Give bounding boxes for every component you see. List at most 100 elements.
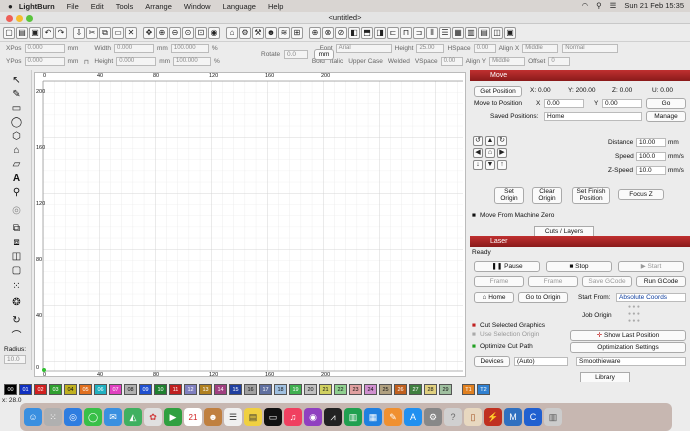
- frame-button-1[interactable]: Frame: [474, 276, 524, 287]
- menu-help[interactable]: Help: [268, 2, 283, 11]
- align-icon[interactable]: ⊞: [291, 26, 303, 39]
- layer-swatch[interactable]: 19: [289, 383, 302, 395]
- design-canvas[interactable]: 0 40 80 120 160 200 0 40 80 120 160 200 …: [34, 72, 466, 377]
- keynote-icon[interactable]: ▦: [364, 408, 382, 426]
- layers-icon[interactable]: ≋: [278, 26, 290, 39]
- device-select[interactable]: (Auto): [514, 357, 568, 366]
- layer-swatch[interactable]: 05: [79, 383, 92, 395]
- saved-positions-select[interactable]: Home: [544, 112, 642, 121]
- align-center-icon[interactable]: ⊓: [400, 26, 412, 39]
- notes-icon[interactable]: ▤: [244, 408, 262, 426]
- zoom-frame-icon[interactable]: ⊙: [182, 26, 194, 39]
- units-button[interactable]: mm: [314, 49, 334, 60]
- undo-icon[interactable]: ↶: [42, 26, 54, 39]
- extra-tool-icon[interactable]: ▣: [504, 26, 516, 39]
- document-icon[interactable]: ▯: [464, 408, 482, 426]
- jog-z-up-icon[interactable]: ↑: [497, 160, 507, 170]
- menu-arrange[interactable]: Arrange: [145, 2, 172, 11]
- height-field[interactable]: 0.000: [116, 57, 157, 66]
- layer-swatch[interactable]: 13: [199, 383, 212, 395]
- layer-swatch[interactable]: 24: [364, 383, 377, 395]
- text-style-select[interactable]: Normal: [562, 44, 619, 53]
- layer-swatch[interactable]: 18: [274, 383, 287, 395]
- reminders-icon[interactable]: ☰: [224, 408, 242, 426]
- help-icon[interactable]: ?: [444, 408, 462, 426]
- jog-up-z-icon[interactable]: ▲: [485, 136, 495, 146]
- pan-icon[interactable]: ✥: [143, 26, 155, 39]
- layer-swatch[interactable]: 04: [64, 383, 77, 395]
- layer-swatch[interactable]: 15: [229, 383, 242, 395]
- weld-icon[interactable]: ⧉: [10, 222, 23, 235]
- layer-swatch[interactable]: T2: [477, 383, 490, 395]
- devices-button[interactable]: Devices: [474, 356, 510, 367]
- clear-origin-button[interactable]: Clear Origin: [532, 187, 562, 204]
- numbers-icon[interactable]: ▥: [344, 408, 362, 426]
- jog-left-icon[interactable]: ◀: [473, 148, 483, 158]
- menubar-clock[interactable]: Sun 21 Feb 15:35: [624, 1, 684, 10]
- wifi-icon[interactable]: ◠: [582, 1, 589, 10]
- job-origin-grid[interactable]: ● ● ● ● ● ● ● ● ●: [628, 304, 662, 324]
- finder-icon[interactable]: ☺: [24, 408, 42, 426]
- save-file-icon[interactable]: ▣: [29, 26, 41, 39]
- layer-swatch[interactable]: 12: [184, 383, 197, 395]
- new-file-icon[interactable]: ▢: [3, 26, 15, 39]
- layer-swatch[interactable]: 11: [169, 383, 182, 395]
- layer-swatch[interactable]: T1: [462, 383, 475, 395]
- zoom-out-icon[interactable]: ⊖: [169, 26, 181, 39]
- users-icon[interactable]: ☻: [265, 26, 277, 39]
- draw-lines-icon[interactable]: ▱: [10, 158, 23, 171]
- boolean-intersect-icon[interactable]: ▢: [10, 264, 23, 277]
- layer-swatch[interactable]: 07: [109, 383, 122, 395]
- vspace-field[interactable]: 0.00: [440, 57, 463, 66]
- jog-right-icon[interactable]: ▶: [497, 148, 507, 158]
- layer-swatch[interactable]: 21: [319, 383, 332, 395]
- settings-icon[interactable]: ⚙: [239, 26, 251, 39]
- system-preferences-icon[interactable]: ⚙: [424, 408, 442, 426]
- move-crosshair-icon[interactable]: ⊕: [309, 26, 321, 39]
- align-right-icon[interactable]: ⊐: [413, 26, 425, 39]
- trash-icon[interactable]: ▥: [544, 408, 562, 426]
- start-from-select[interactable]: Absolute Coords: [616, 293, 686, 302]
- upper-case-checkbox-label[interactable]: Upper Case: [348, 58, 383, 65]
- align-x-select[interactable]: Middle: [522, 44, 559, 53]
- mc-app-icon[interactable]: M: [504, 408, 522, 426]
- jog-home-icon[interactable]: ⌂: [485, 148, 495, 158]
- search-icon[interactable]: ⚲: [596, 1, 602, 10]
- cut-icon[interactable]: ✂: [86, 26, 98, 39]
- camera-icon[interactable]: ◉: [208, 26, 220, 39]
- show-last-position-button[interactable]: ✛ Show Last Position: [570, 330, 686, 341]
- layer-swatch[interactable]: 14: [214, 383, 227, 395]
- layer-swatch[interactable]: 17: [259, 383, 272, 395]
- layer-swatch[interactable]: 06: [94, 383, 107, 395]
- contacts-icon[interactable]: ☻: [204, 408, 222, 426]
- app-store-icon[interactable]: A: [404, 408, 422, 426]
- run-gcode-button[interactable]: Run GCode: [636, 276, 686, 287]
- minimize-window-icon[interactable]: [16, 15, 23, 22]
- boolean-diff-icon[interactable]: ◫: [10, 250, 23, 263]
- hspace-field[interactable]: 0.00: [473, 44, 496, 53]
- measure-tool-icon[interactable]: ⌒: [10, 328, 23, 342]
- dock-icon[interactable]: ▥: [465, 26, 477, 39]
- polygon-tool-icon[interactable]: ⬡: [10, 130, 23, 143]
- layer-swatch[interactable]: 28: [424, 383, 437, 395]
- radius-field[interactable]: 10.0: [4, 355, 26, 364]
- lock-icon[interactable]: ⊓: [79, 58, 93, 66]
- save-gcode-button[interactable]: Save GCode: [582, 276, 632, 287]
- menu-edit[interactable]: Edit: [91, 2, 104, 11]
- apple-icon[interactable]: ●: [8, 2, 13, 11]
- other-app-icon[interactable]: C: [524, 408, 542, 426]
- ellipse-tool-icon[interactable]: ◯: [10, 116, 23, 129]
- grid-array-icon[interactable]: ⁙: [10, 280, 23, 293]
- mail-icon[interactable]: ✉: [104, 408, 122, 426]
- text-tool-icon[interactable]: A: [10, 172, 23, 185]
- layer-swatch[interactable]: 22: [334, 383, 347, 395]
- podcasts-icon[interactable]: ◉: [304, 408, 322, 426]
- optimization-settings-button[interactable]: Optimization Settings: [570, 342, 686, 353]
- height-percent-field[interactable]: 100.000: [173, 57, 212, 66]
- rotate-cw-icon[interactable]: ↻: [497, 136, 507, 146]
- menu-language[interactable]: Language: [223, 2, 256, 11]
- ypos-field[interactable]: 0.000: [24, 57, 65, 66]
- layer-swatch[interactable]: 10: [154, 383, 167, 395]
- flip-h-icon[interactable]: ◧: [348, 26, 360, 39]
- line-tool-icon[interactable]: ⌂: [10, 144, 23, 157]
